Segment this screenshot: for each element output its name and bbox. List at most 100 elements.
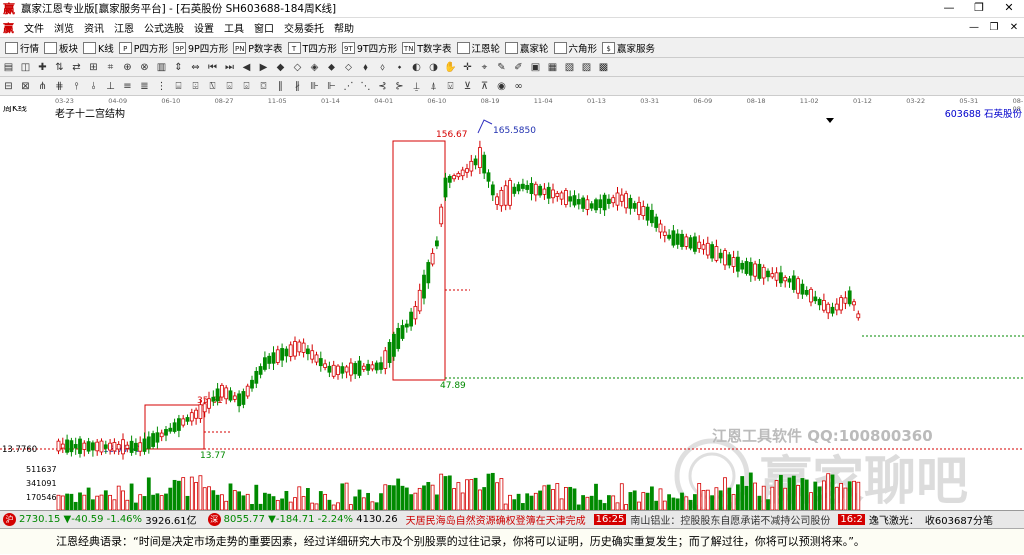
draw-tool-15-icon[interactable]: ▶ [257,61,270,74]
analysis-tool-27-icon[interactable]: ⊻ [461,80,474,93]
analysis-tool-4-icon[interactable]: ⫯ [70,80,83,93]
analysis-tool-3-icon[interactable]: ⋕ [53,80,66,93]
draw-tool-7-icon[interactable]: ⊕ [121,61,134,74]
draw-tool-32-icon[interactable]: ▦ [546,61,559,74]
draw-tool-14-icon[interactable]: ◀ [240,61,253,74]
news-ticker-3[interactable]: 逸飞激光： [869,512,919,527]
analysis-tool-11-icon[interactable]: ⌹ [189,80,202,93]
draw-tool-16-icon[interactable]: ◆ [274,61,287,74]
toolbar-button-2[interactable]: K线 [83,41,114,55]
analysis-tool-24-icon[interactable]: ⍊ [410,80,423,93]
menu-window[interactable]: 窗口 [249,20,279,35]
close-button[interactable]: ✕ [994,0,1024,18]
analysis-tool-29-icon[interactable]: ◉ [495,80,508,93]
analysis-tool-19-icon[interactable]: ⊩ [325,80,338,93]
news-ticker-1[interactable]: 天居民海岛自然资源确权登簿在天津完成 [406,512,586,527]
analysis-tool-14-icon[interactable]: ⌻ [240,80,253,93]
analysis-tool-28-icon[interactable]: ⊼ [478,80,491,93]
analysis-tool-9-icon[interactable]: ⋮ [155,80,168,93]
draw-tool-19-icon[interactable]: ⬥ [325,61,338,74]
menu-formula[interactable]: 公式选股 [139,20,189,35]
menu-settings[interactable]: 设置 [189,20,219,35]
analysis-tool-13-icon[interactable]: ⌺ [223,80,236,93]
draw-tool-33-icon[interactable]: ▧ [563,61,576,74]
analysis-tool-1-icon[interactable]: ⊠ [19,80,32,93]
mdi-minimize-button[interactable]: — [964,18,984,37]
draw-tool-1-icon[interactable]: ◫ [19,61,32,74]
analysis-tool-0-icon[interactable]: ⊟ [2,80,15,93]
draw-tool-5-icon[interactable]: ⊞ [87,61,100,74]
analysis-tool-26-icon[interactable]: ⍌ [444,80,457,93]
toolbar-button-11[interactable]: 六角形 [553,41,597,55]
analysis-tool-8-icon[interactable]: ≣ [138,80,151,93]
draw-tool-9-icon[interactable]: ▥ [155,61,168,74]
toolbar-button-6[interactable]: T T四方形 [287,41,337,55]
draw-tool-18-icon[interactable]: ◈ [308,61,321,74]
minimize-button[interactable]: — [934,0,964,18]
menu-help[interactable]: 帮助 [329,20,359,35]
draw-tool-10-icon[interactable]: ⇕ [172,61,185,74]
draw-tool-0-icon[interactable]: ▤ [2,61,15,74]
toolbar-button-9[interactable]: 江恩轮 [456,41,500,55]
menu-trade[interactable]: 交易委托 [279,20,329,35]
sz-index-badge[interactable]: 深 [207,513,221,526]
toolbar-button-5[interactable]: PN P数字表 [233,41,283,55]
analysis-tool-15-icon[interactable]: ⌼ [257,80,270,93]
draw-tool-35-icon[interactable]: ▩ [597,61,610,74]
mdi-restore-button[interactable]: ❐ [984,18,1004,37]
analysis-tool-23-icon[interactable]: ⊱ [393,80,406,93]
analysis-tool-2-icon[interactable]: ⋔ [36,80,49,93]
analysis-tool-12-icon[interactable]: ⍂ [206,80,219,93]
news-ticker-2[interactable]: 南山铝业：控股股东自愿承诺不减持公司股份 [630,512,830,527]
analysis-tool-17-icon[interactable]: ∦ [291,80,304,93]
analysis-tool-25-icon[interactable]: ⍋ [427,80,440,93]
toolbar-button-1[interactable]: 板块 [44,41,78,55]
draw-tool-26-icon[interactable]: ✋ [444,61,457,74]
draw-tool-34-icon[interactable]: ▨ [580,61,593,74]
draw-tool-22-icon[interactable]: ⬨ [376,61,389,74]
kline-chart[interactable]: 赢家聊吧 江恩工具软件 QQ:100800360 周K线 老子十二宫结构 603… [0,106,1024,510]
draw-tool-24-icon[interactable]: ◐ [410,61,423,74]
draw-tool-20-icon[interactable]: ⬦ [342,61,355,74]
analysis-tool-7-icon[interactable]: ≡ [121,80,134,93]
draw-tool-27-icon[interactable]: ✛ [461,61,474,74]
draw-tool-4-icon[interactable]: ⇄ [70,61,83,74]
analysis-tool-10-icon[interactable]: ⌸ [172,80,185,93]
analysis-tool-30-icon[interactable]: ∞ [512,80,525,93]
analysis-tool-20-icon[interactable]: ⋰ [342,80,355,93]
toolbar-button-0[interactable]: 行情 [5,41,39,55]
toolbar-button-8[interactable]: TN T数字表 [402,41,452,55]
draw-tool-8-icon[interactable]: ⊗ [138,61,151,74]
draw-tool-21-icon[interactable]: ⬧ [359,61,372,74]
analysis-tool-16-icon[interactable]: ∥ [274,80,287,93]
draw-tool-25-icon[interactable]: ◑ [427,61,440,74]
menu-gann[interactable]: 江恩 [109,20,139,35]
toolbar-button-4[interactable]: 9P 9P四方形 [173,41,228,55]
draw-tool-11-icon[interactable]: ⇔ [189,61,202,74]
toolbar-button-3[interactable]: P P四方形 [118,41,168,55]
toolbar-button-12[interactable]: $ 赢家服务 [602,41,655,55]
menu-browse[interactable]: 浏览 [49,20,79,35]
draw-tool-17-icon[interactable]: ◇ [291,61,304,74]
analysis-tool-21-icon[interactable]: ⋱ [359,80,372,93]
toolbar-button-7[interactable]: 9T 9T四方形 [341,41,397,55]
draw-tool-30-icon[interactable]: ✐ [512,61,525,74]
draw-tool-12-icon[interactable]: ⏮ [206,61,219,74]
chart-dropdown-icon[interactable] [826,118,834,123]
draw-tool-2-icon[interactable]: ✚ [36,61,49,74]
menu-file[interactable]: 文件 [19,20,49,35]
menu-tools[interactable]: 工具 [219,20,249,35]
menu-info[interactable]: 资讯 [79,20,109,35]
draw-tool-28-icon[interactable]: ⌖ [478,61,491,74]
draw-tool-29-icon[interactable]: ✎ [495,61,508,74]
draw-tool-3-icon[interactable]: ⇅ [53,61,66,74]
analysis-tool-22-icon[interactable]: ⊰ [376,80,389,93]
draw-tool-31-icon[interactable]: ▣ [529,61,542,74]
analysis-tool-18-icon[interactable]: ⊪ [308,80,321,93]
analysis-tool-6-icon[interactable]: ⊥ [104,80,117,93]
analysis-tool-5-icon[interactable]: ⫰ [87,80,100,93]
draw-tool-23-icon[interactable]: ⬩ [393,61,406,74]
draw-tool-13-icon[interactable]: ⏭ [223,61,236,74]
maximize-button[interactable]: ❐ [964,0,994,18]
draw-tool-6-icon[interactable]: ⌗ [104,61,117,74]
